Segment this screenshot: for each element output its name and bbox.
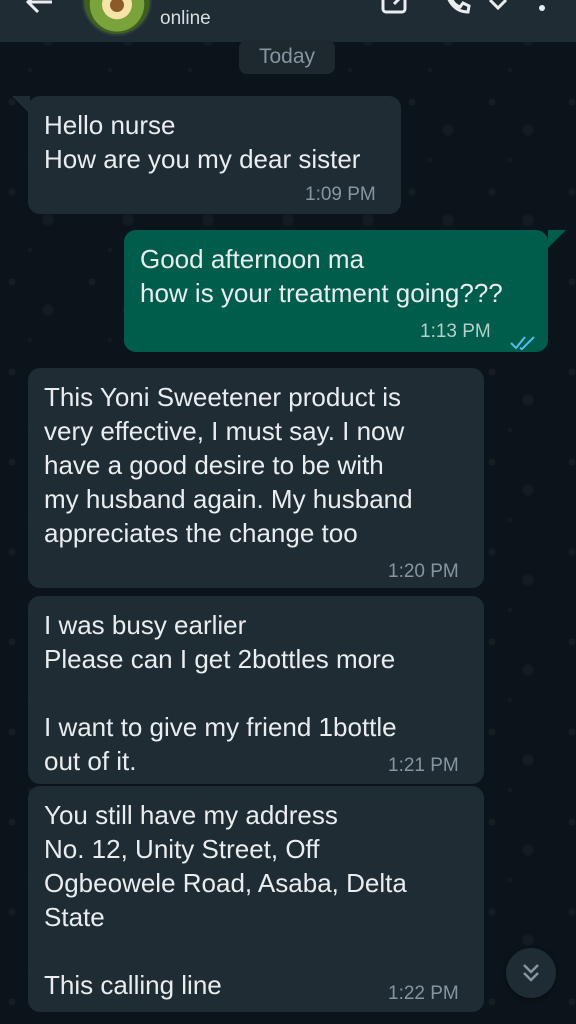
- contact-avatar[interactable]: [82, 0, 152, 36]
- message-bubble-incoming[interactable]: You still have my address No. 12, Unity …: [28, 786, 484, 1012]
- message-bubble-outgoing[interactable]: Good afternoon ma how is your treatment …: [124, 230, 548, 352]
- message-time: 1:20 PM: [388, 561, 459, 582]
- contact-status: online: [160, 8, 211, 29]
- message-text: Hello nurse How are you my dear sister: [44, 110, 361, 174]
- message-text: Good afternoon ma how is your treatment …: [140, 244, 503, 308]
- chat-header: online: [0, 0, 576, 42]
- message-text: This Yoni Sweetener product is very effe…: [44, 382, 413, 548]
- date-divider: Today: [239, 40, 335, 74]
- message-bubble-incoming[interactable]: I was busy earlier Please can I get 2bot…: [28, 596, 484, 784]
- bubble-tail: [548, 230, 566, 248]
- more-vert-icon[interactable]: [530, 0, 562, 16]
- message-text: You still have my address No. 12, Unity …: [44, 800, 407, 1000]
- chevron-down-icon[interactable]: [482, 0, 514, 16]
- message-bubble-incoming[interactable]: Hello nurse How are you my dear sister 1…: [28, 96, 401, 214]
- message-time: 1:21 PM: [388, 755, 459, 776]
- double-chevron-down-icon: [523, 964, 539, 982]
- phone-icon[interactable]: [442, 0, 474, 16]
- message-time: 1:13 PM: [420, 321, 491, 342]
- message-bubble-incoming[interactable]: This Yoni Sweetener product is very effe…: [28, 368, 484, 588]
- message-text: I was busy earlier Please can I get 2bot…: [44, 610, 397, 776]
- edit-icon[interactable]: [380, 0, 412, 16]
- scroll-to-bottom-button[interactable]: [506, 948, 556, 998]
- message-time: 1:09 PM: [305, 184, 376, 205]
- double-check-icon: [510, 325, 536, 351]
- back-arrow-icon[interactable]: [22, 0, 58, 20]
- message-time: 1:22 PM: [388, 983, 459, 1004]
